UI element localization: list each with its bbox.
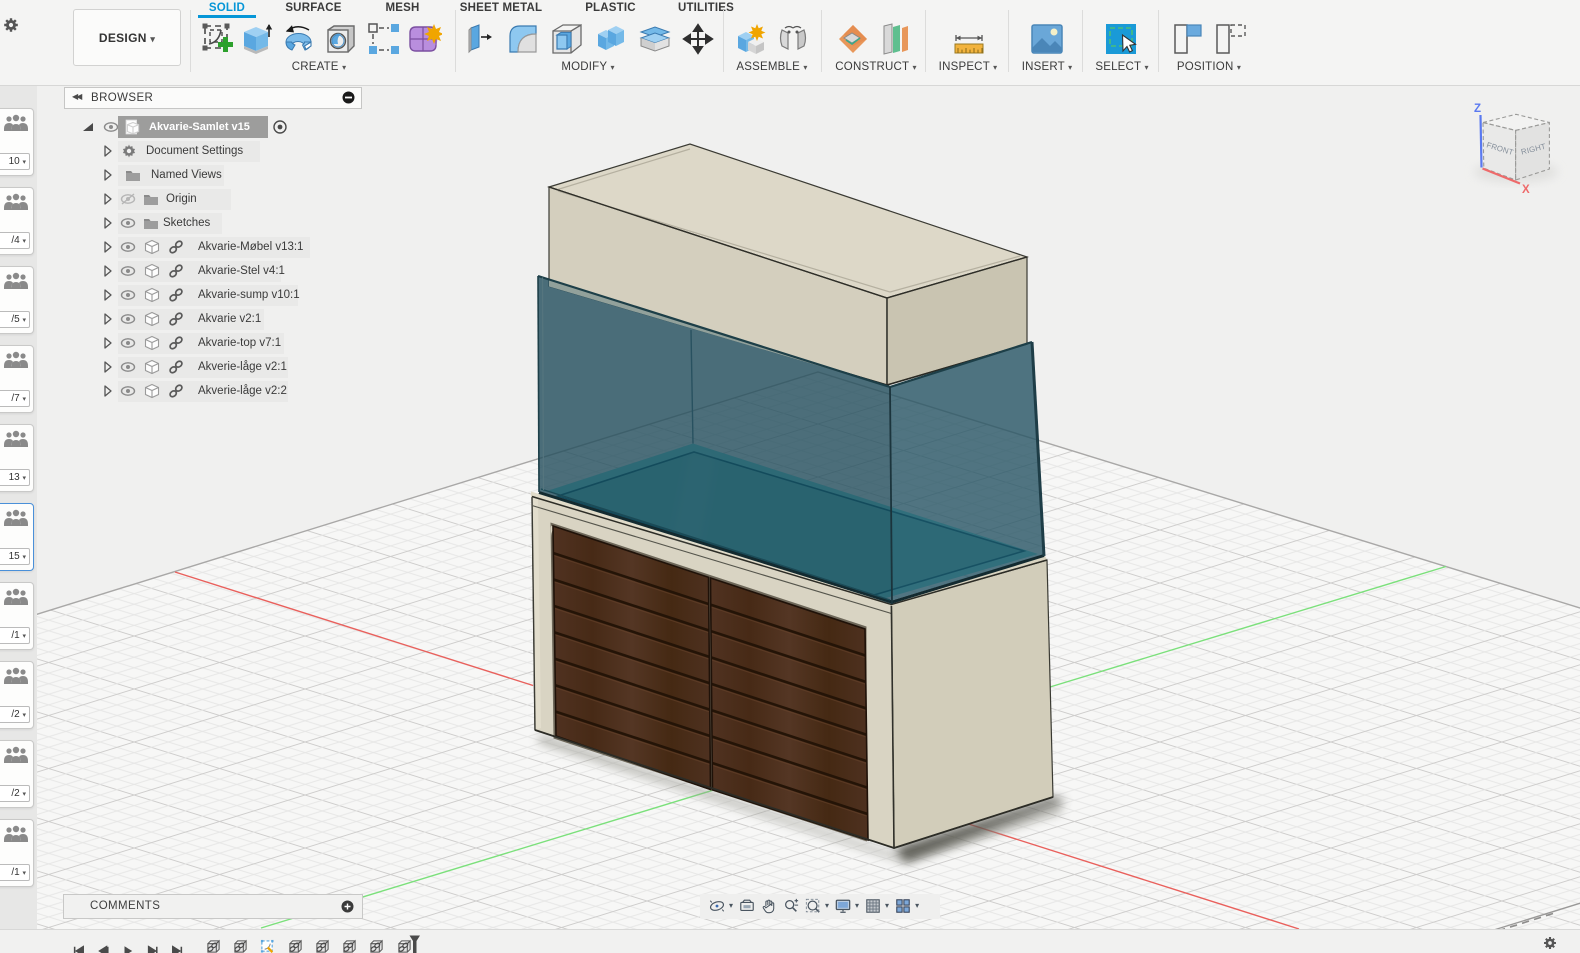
svg-text:X: X: [1522, 184, 1530, 196]
svg-text:Z: Z: [1474, 103, 1481, 115]
